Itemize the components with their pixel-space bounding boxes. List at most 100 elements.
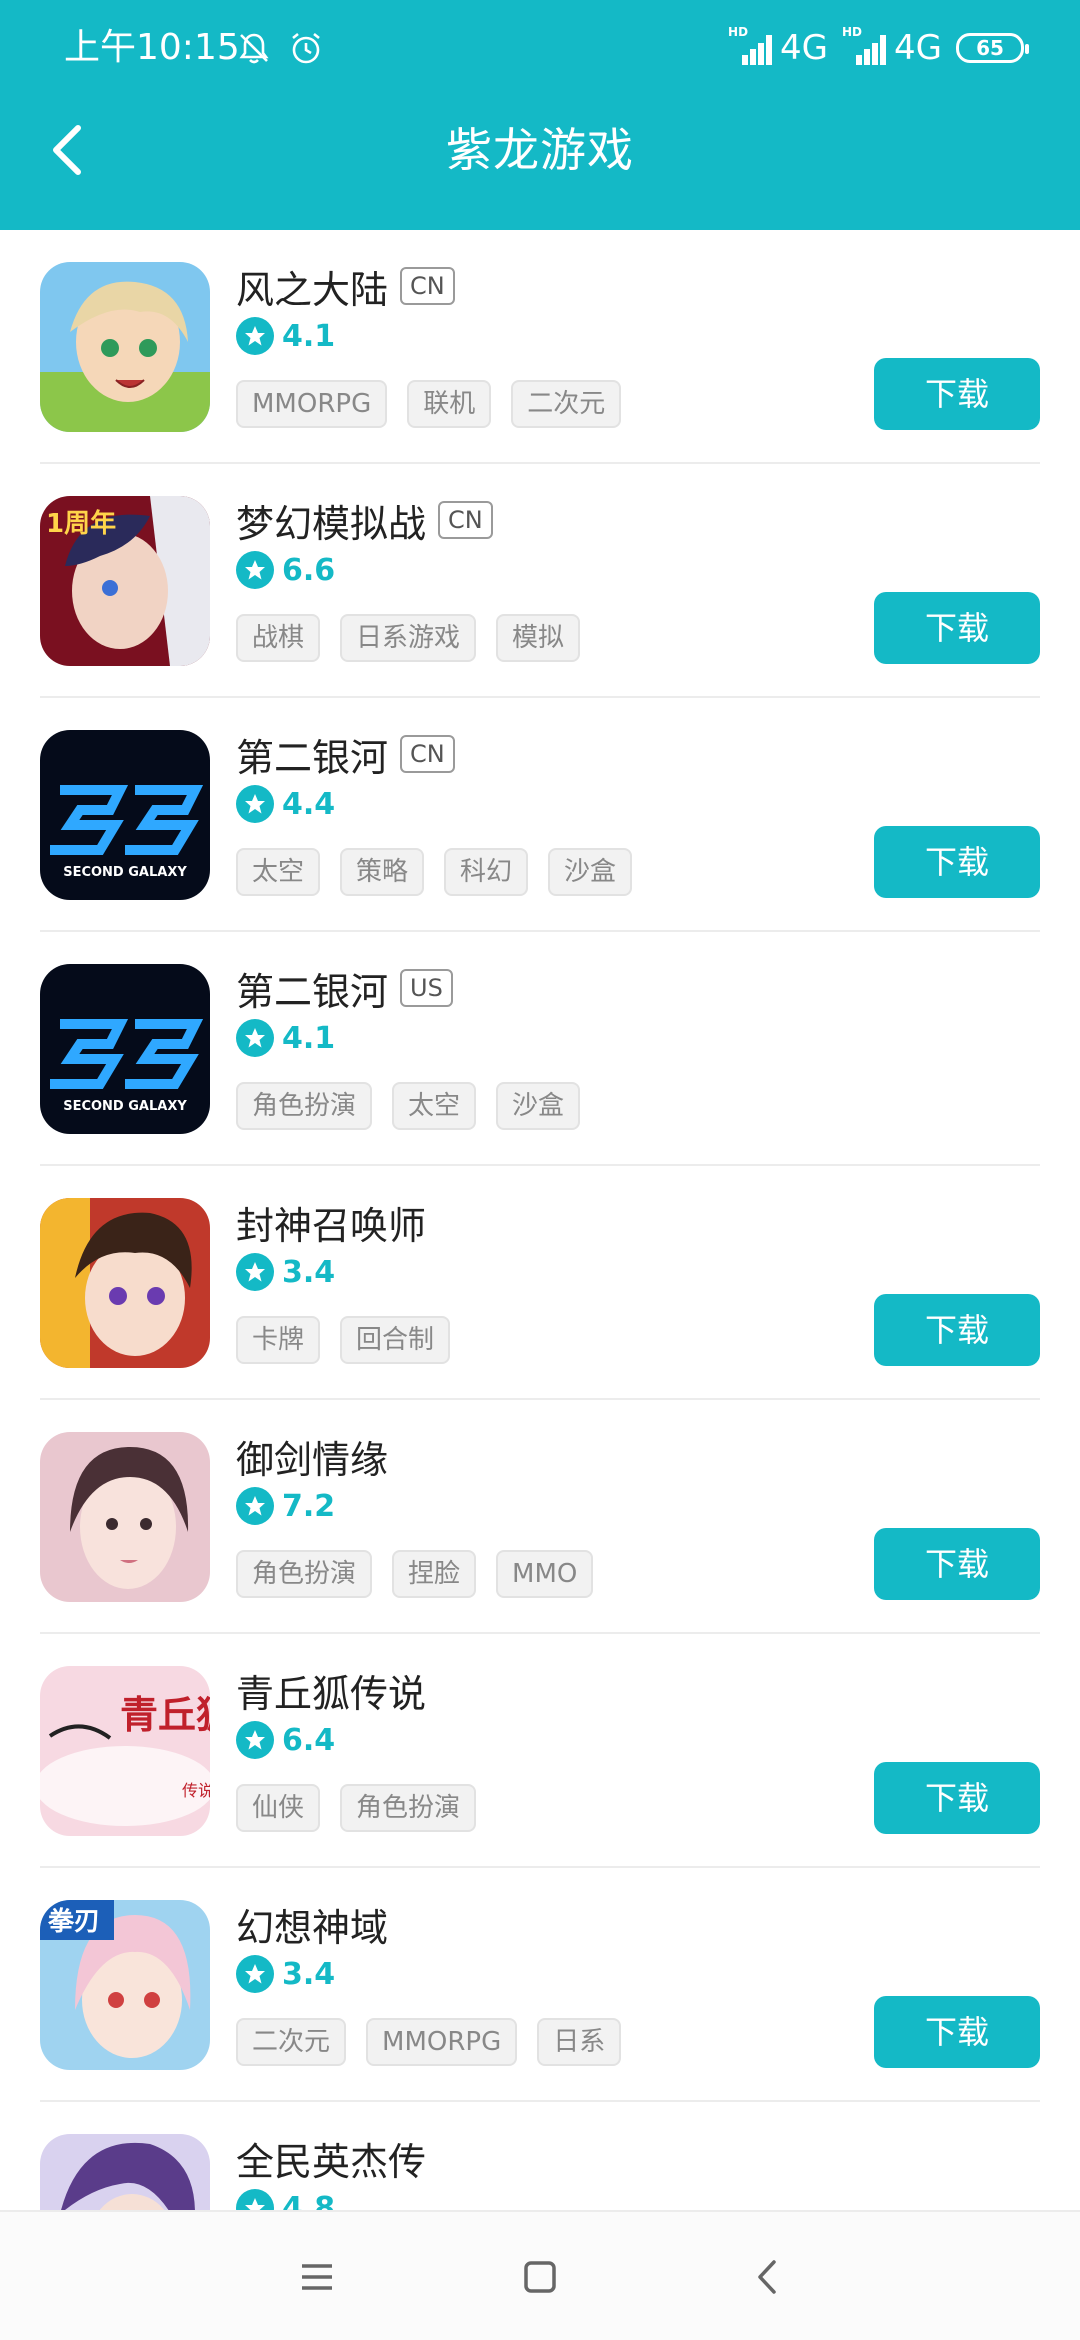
title-row: 梦幻模拟战 CN [236,494,493,546]
list-item[interactable]: 青丘狐 传说 青丘狐传说 6.4 仙侠 角色扮演 下载 [40,1634,1040,1868]
tag[interactable]: MMORPG [236,380,388,428]
star-icon [236,317,274,355]
star-icon [236,1019,274,1057]
game-name: 第二银河 [236,969,389,1014]
download-button[interactable]: 下载 [874,1294,1040,1366]
tag-list: 卡牌 回合制 [236,1316,451,1364]
rating: 4.8 [236,2186,335,2210]
tag-list: 太空 策略 科幻 沙盒 [236,848,633,896]
game-name: 封神召唤师 [236,1203,427,1248]
rating: 4.1 [236,1016,335,1060]
list-item[interactable]: SECOND GALAXY 第二银河 CN 4.4 太空 策略 科幻 沙盒 下载 [40,698,1040,932]
rating-value: 7.2 [282,1488,336,1524]
tag[interactable]: 联机 [407,380,492,428]
tag[interactable]: 卡牌 [236,1316,321,1364]
tag[interactable]: 捏脸 [392,1550,477,1598]
download-button[interactable]: 下载 [874,826,1040,898]
home-square-icon[interactable] [505,2242,575,2312]
network-type-1: 4G [780,28,829,68]
list-item[interactable]: 御剑情缘 7.2 角色扮演 捏脸 MMO 下载 [40,1400,1040,1634]
tag[interactable]: 角色扮演 [236,1550,373,1598]
title-row: 御剑情缘 [236,1430,388,1482]
tag[interactable]: 角色扮演 [340,1784,477,1832]
game-name: 梦幻模拟战 [236,501,427,546]
tag[interactable]: 仙侠 [236,1784,321,1832]
game-icon [40,262,210,432]
tag[interactable]: 日系 [537,2018,622,2066]
svg-text:1周年: 1周年 [46,508,116,539]
tag[interactable]: 日系游戏 [340,614,477,662]
star-icon [236,785,274,823]
tag[interactable]: 策略 [340,848,425,896]
download-button[interactable]: 下载 [874,1762,1040,1834]
rating: 3.4 [236,1952,335,1996]
region-badge: US [400,969,453,1007]
download-button[interactable]: 下载 [874,1528,1040,1600]
title-row: 全民英杰传 [236,2132,426,2184]
title-row: 封神召唤师 [236,1196,426,1248]
title-row: 第二银河 CN [236,728,455,780]
tag-list: 角色扮演 捏脸 MMO [236,1550,594,1598]
star-icon [236,1487,274,1525]
game-icon: 拳刃 [40,1900,210,2070]
game-name: 御剑情缘 [236,1437,389,1482]
list-item[interactable]: 风之大陆 CN 4.1 MMORPG 联机 二次元 下载 [40,230,1040,464]
rating-value: 3.4 [282,1254,336,1290]
game-name: 幻想神域 [236,1905,389,1950]
title-row: 风之大陆 CN [236,260,455,312]
list-item[interactable]: 拳刃 幻想神域 3.4 二次元 MMORPG 日系 下载 [40,1868,1040,2102]
svg-text:SECOND GALAXY: SECOND GALAXY [63,865,187,880]
rating: 4.1 [236,314,335,358]
game-name: 全民英杰传 [236,2139,427,2184]
title-row: 第二银河 US [236,962,453,1014]
download-button[interactable]: 下载 [874,358,1040,430]
status-time: 上午10:15 [64,27,240,68]
game-icon [40,2134,210,2210]
download-button[interactable]: 下载 [874,592,1040,664]
region-badge: CN [438,501,493,539]
tag-list: MMORPG 联机 二次元 [236,380,622,428]
region-badge: CN [400,735,455,773]
tag-list: 二次元 MMORPG 日系 [236,2018,622,2066]
tag[interactable]: 战棋 [236,614,321,662]
signal-icon: HD [728,25,774,65]
tag[interactable]: 模拟 [496,614,581,662]
list-item[interactable]: 封神召唤师 3.4 卡牌 回合制 下载 [40,1166,1040,1400]
rating-value: 4.1 [282,318,336,354]
svg-text:SECOND GALAXY: SECOND GALAXY [63,1099,187,1114]
rating-value: 6.6 [282,552,336,588]
menu-icon[interactable] [282,2242,352,2312]
rating-value: 4.1 [282,1020,336,1056]
tag[interactable]: 科幻 [444,848,529,896]
title-row: 幻想神域 [236,1898,388,1950]
tag[interactable]: 回合制 [340,1316,451,1364]
star-icon [236,551,274,589]
rating: 7.2 [236,1484,335,1528]
rating: 4.4 [236,782,335,826]
svg-text:拳刃: 拳刃 [47,1907,100,1937]
tag[interactable]: 二次元 [236,2018,347,2066]
game-icon [40,1432,210,1602]
tag[interactable]: 角色扮演 [236,1082,373,1130]
signal-icon: HD [842,25,888,65]
tag[interactable]: MMO [496,1550,594,1598]
list-item[interactable]: 1周年 梦幻模拟战 CN 6.6 战棋 日系游戏 模拟 下载 [40,464,1040,698]
tag[interactable]: 沙盒 [496,1082,581,1130]
back-triangle-icon[interactable] [732,2242,802,2312]
list-item[interactable]: SECOND GALAXY 第二银河 US 4.1 角色扮演 太空 沙盒 [40,932,1040,1166]
download-button[interactable]: 下载 [874,1996,1040,2068]
tag-list: 角色扮演 太空 沙盒 [236,1082,581,1130]
rating-value: 4.8 [282,2190,336,2211]
tag[interactable]: MMORPG [366,2018,518,2066]
status-bar: 上午10:15 HD 4G HD 4G 65 [0,0,1080,96]
tag[interactable]: 太空 [236,848,321,896]
game-list: 风之大陆 CN 4.1 MMORPG 联机 二次元 下载 1周年 梦幻模拟战 C… [0,230,1080,2210]
rating: 6.6 [236,548,335,592]
tag[interactable]: 太空 [392,1082,477,1130]
game-icon: SECOND GALAXY [40,964,210,1134]
tag[interactable]: 沙盒 [548,848,633,896]
list-item[interactable]: 全民英杰传 4.8 [40,2102,1040,2210]
game-name: 第二银河 [236,735,389,780]
tag[interactable]: 二次元 [511,380,622,428]
game-icon: 1周年 [40,496,210,666]
